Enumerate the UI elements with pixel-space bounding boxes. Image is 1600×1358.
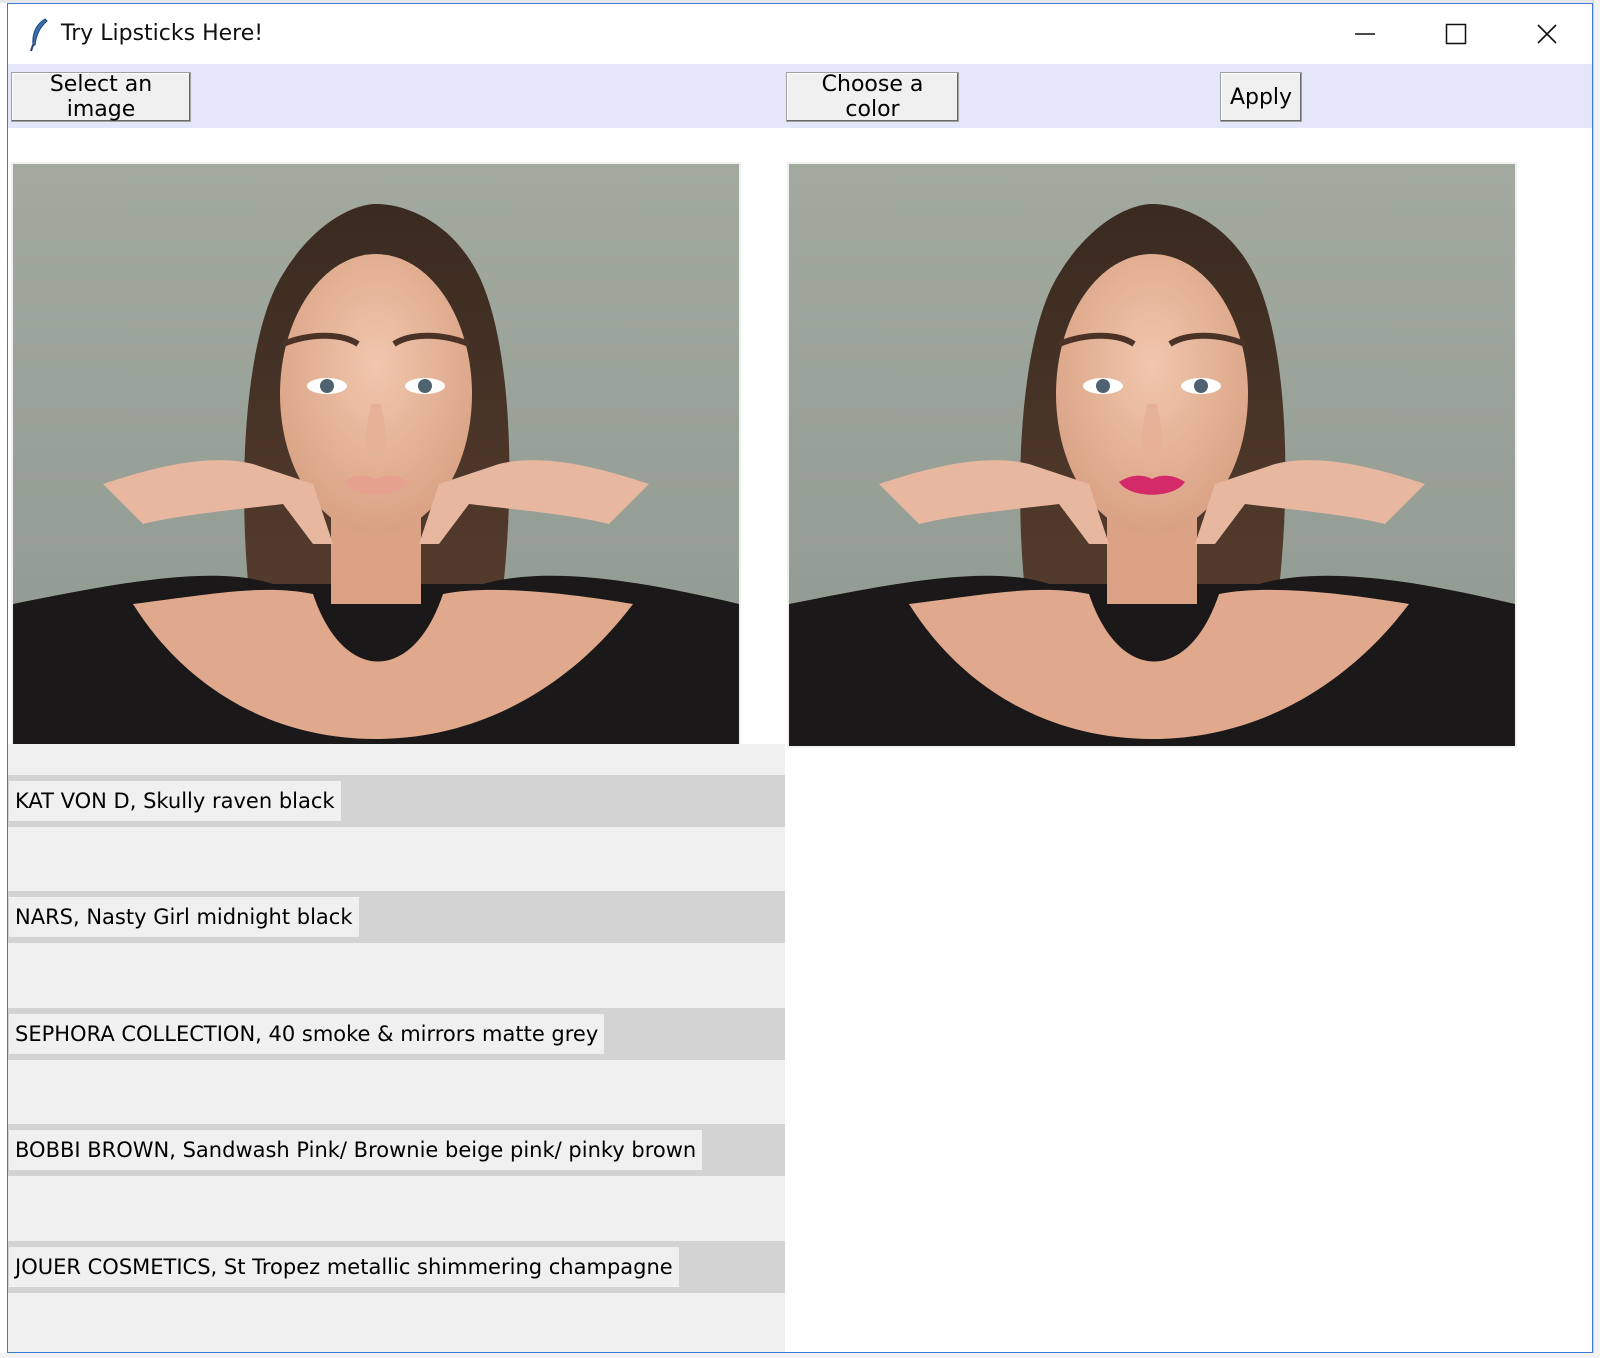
lipstick-label[interactable]: JOUER COSMETICS, St Tropez metallic shim… — [9, 1247, 679, 1287]
title-bar[interactable]: Try Lipsticks Here! — [8, 4, 1592, 64]
minimize-icon — [1355, 33, 1375, 35]
apply-button[interactable]: Apply — [1220, 72, 1302, 122]
list-item[interactable]: BOBBI BROWN, Sandwash Pink/ Brownie beig… — [8, 1124, 785, 1176]
close-button[interactable] — [1502, 4, 1592, 64]
original-portrait-image — [13, 164, 739, 746]
app-window: Try Lipsticks Here! Select an image Choo… — [7, 3, 1593, 1353]
close-icon — [1537, 24, 1557, 44]
result-portrait-image — [789, 164, 1515, 746]
list-item[interactable]: KAT VON D, Skully raven black — [8, 775, 785, 827]
original-image-panel — [11, 162, 741, 748]
minimize-button[interactable] — [1320, 4, 1410, 64]
lipstick-label[interactable]: BOBBI BROWN, Sandwash Pink/ Brownie beig… — [9, 1130, 703, 1170]
lipstick-label[interactable]: KAT VON D, Skully raven black — [9, 781, 341, 821]
choose-color-button[interactable]: Choose a color — [786, 72, 959, 122]
result-image-panel — [787, 162, 1517, 748]
lipstick-label[interactable]: NARS, Nasty Girl midnight black — [9, 897, 359, 937]
list-item[interactable]: NARS, Nasty Girl midnight black — [8, 891, 785, 943]
list-item[interactable]: SEPHORA COLLECTION, 40 smoke & mirrors m… — [8, 1008, 785, 1060]
desktop-background — [1593, 0, 1600, 1358]
toolbar: Select an image Choose a color Apply — [8, 64, 1592, 128]
select-image-button[interactable]: Select an image — [11, 72, 191, 122]
desktop-background — [0, 1353, 1600, 1358]
lipstick-label[interactable]: SEPHORA COLLECTION, 40 smoke & mirrors m… — [9, 1014, 605, 1054]
maximize-button[interactable] — [1411, 4, 1501, 64]
maximize-icon — [1445, 23, 1467, 45]
lipstick-list: KAT VON D, Skully raven black NARS, Nast… — [8, 744, 785, 1352]
feather-icon — [28, 18, 50, 52]
list-item[interactable]: JOUER COSMETICS, St Tropez metallic shim… — [8, 1241, 785, 1293]
window-title: Try Lipsticks Here! — [61, 21, 264, 46]
